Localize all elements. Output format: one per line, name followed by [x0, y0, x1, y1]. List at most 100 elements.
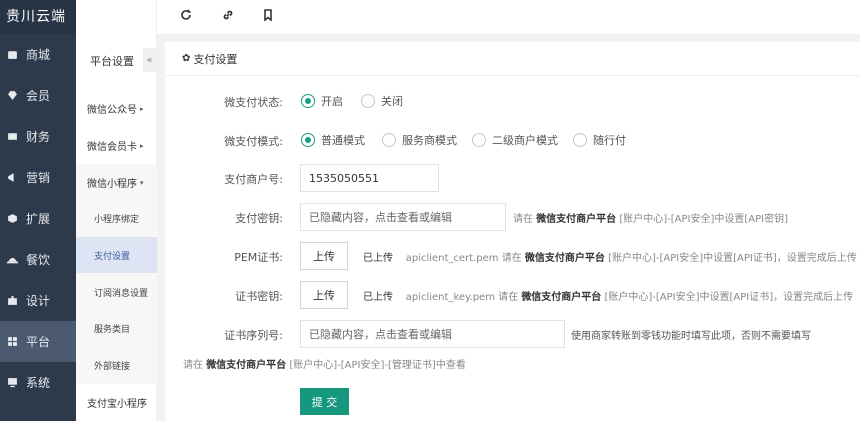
cert-serial-input[interactable]: 已隐藏内容，点击查看或编辑: [300, 320, 565, 348]
sidebar-item-system[interactable]: 系统: [0, 362, 76, 403]
sidebar-item-label: 系统: [26, 376, 51, 390]
diamond-icon: [4, 88, 20, 104]
subnav-group-label: 微信小程序: [87, 179, 137, 190]
radio-circle: [472, 133, 486, 147]
card-title: 支付设置: [193, 52, 238, 66]
submit-button[interactable]: 提 交: [300, 388, 349, 415]
secret-key-hint: 请在 微信支付商户平台 [账户中心]-[API安全]中设置[API密钥]: [513, 210, 788, 225]
hint-suffix: [账户中心]-[API安全]中设置[API证书]，设置完成后上传: [608, 253, 857, 264]
radio-circle: [301, 94, 315, 108]
sidebar-item-label: 商城: [26, 48, 51, 62]
subnav-group-wechat-official[interactable]: 微信公众号 ▸: [76, 90, 157, 127]
status-label: 微支付状态:: [224, 96, 283, 109]
merchant-id-input[interactable]: 1535050551: [300, 164, 439, 192]
hint-platform: 微信支付商户平台: [521, 292, 602, 303]
hint-prefix: 请在: [498, 292, 519, 303]
sidebar-item-label: 营销: [26, 171, 51, 185]
subnav-group-label: 微信会员卡: [87, 142, 137, 153]
radio-label: 随行付: [593, 134, 626, 147]
mode-label: 微支付模式:: [224, 135, 283, 148]
store-icon: [4, 47, 20, 63]
uploaded-filename: apiclient_cert.pem: [405, 253, 499, 264]
subnav-group-alipay-miniapp[interactable]: 支付宝小程序: [76, 384, 157, 421]
status-radio-on[interactable]: 开启: [301, 93, 343, 109]
caret-down-icon: ▾: [140, 178, 144, 187]
uploaded-filename: apiclient_key.pem: [405, 292, 495, 303]
radio-circle: [361, 94, 375, 108]
radio-label: 服务商模式: [402, 134, 457, 147]
caret-right-icon: ▸: [140, 104, 144, 113]
subnav-group-label: 微信公众号: [87, 105, 137, 116]
radio-circle: [573, 133, 587, 147]
radio-label: 关闭: [381, 95, 403, 108]
app: 贵川云端 商城 会员 财务 营销 扩展 餐饮 设计 平台 系统 平台设置 « 微…: [0, 0, 860, 421]
collapse-button[interactable]: «: [143, 48, 156, 72]
hint-suffix: [账户中心]-[API安全]-[管理证书]中查看: [289, 360, 466, 371]
key-upload-button[interactable]: 上传: [300, 281, 348, 309]
subnav-group-wechat-miniapp[interactable]: 微信小程序 ▾: [76, 164, 157, 201]
sidebar-item-member[interactable]: 会员: [0, 75, 76, 116]
monitor-icon: [4, 375, 20, 391]
sidebar-item-store[interactable]: 商城: [0, 34, 76, 75]
sidebar-item-label: 财务: [26, 130, 51, 144]
secret-key-input[interactable]: 已隐藏内容，点击查看或编辑: [300, 203, 506, 231]
cert-serial-hint-2: 请在 微信支付商户平台 [账户中心]-[API安全]-[管理证书]中查看: [183, 356, 466, 371]
mode-radio-normal[interactable]: 普通模式: [301, 132, 365, 148]
cert-serial-label: 证书序列号:: [224, 329, 283, 342]
radio-label: 普通模式: [321, 134, 365, 147]
sidebar-item-design[interactable]: 设计: [0, 280, 76, 321]
cert-serial-hint: 使用商家转账到零钱功能时填写此项，否则不需要填写: [571, 331, 811, 342]
hint-platform: 微信支付商户平台: [524, 253, 605, 264]
merchant-id-label: 支付商户号:: [224, 173, 283, 186]
hint-suffix: [账户中心]-[API安全]中设置[API证书]，设置完成后上传: [604, 292, 854, 303]
subnav-group-wechat-card[interactable]: 微信会员卡 ▸: [76, 127, 157, 164]
mode-radio-suixingfu[interactable]: 随行付: [573, 132, 626, 148]
hint-prefix: 请在: [501, 253, 522, 264]
bookmark-icon[interactable]: [259, 6, 277, 24]
sidebar-item-label: 餐饮: [26, 253, 51, 267]
finance-icon: [4, 129, 20, 145]
uploaded-status: 已上传: [363, 292, 393, 303]
radio-label: 开启: [321, 95, 343, 108]
hint-prefix: 请在: [183, 360, 203, 371]
sidebar-item-label: 会员: [26, 89, 51, 103]
refresh-icon[interactable]: [177, 6, 195, 24]
link-icon[interactable]: [219, 6, 237, 24]
sidebar-item-marketing[interactable]: 营销: [0, 157, 76, 198]
sidebar-item-finance[interactable]: 财务: [0, 116, 76, 157]
hint-platform: 微信支付商户平台: [206, 360, 287, 371]
dish-icon: [4, 252, 20, 268]
megaphone-icon: [4, 170, 20, 186]
sidebar-item-extend[interactable]: 扩展: [0, 198, 76, 239]
hint-prefix: 请在: [513, 214, 533, 225]
mode-radio-service-provider[interactable]: 服务商模式: [382, 132, 457, 148]
gear-icon: ✿: [182, 53, 191, 64]
sidebar-item-catering[interactable]: 餐饮: [0, 239, 76, 280]
radio-label: 二级商户模式: [492, 134, 558, 147]
caret-right-icon: ▸: [140, 141, 144, 150]
subnav-item-service-category[interactable]: 服务类目: [76, 310, 157, 346]
mode-radio-sub-merchant[interactable]: 二级商户模式: [472, 132, 558, 148]
sidebar-item-label: 设计: [26, 294, 51, 308]
puzzle-icon: [4, 293, 20, 309]
hint-suffix: [账户中心]-[API安全]中设置[API密钥]: [619, 214, 789, 225]
sidebar-item-label: 平台: [26, 335, 51, 349]
sidebar-item-platform[interactable]: 平台: [0, 321, 76, 362]
pem-cert-hint: 已上传 apiclient_cert.pem 请在 微信支付商户平台 [账户中心…: [363, 249, 857, 264]
secret-key-label: 支付密钥:: [235, 212, 283, 225]
subnav-item-subscribe-message[interactable]: 订阅消息设置: [76, 274, 157, 310]
pem-upload-button[interactable]: 上传: [300, 242, 348, 270]
pem-cert-label: PEM证书:: [234, 251, 283, 264]
subnav-item-payment-settings[interactable]: 支付设置: [76, 237, 157, 273]
sidebar-item-label: 扩展: [26, 212, 51, 226]
status-radio-off[interactable]: 关闭: [361, 93, 403, 109]
subnav-item-miniapp-binding[interactable]: 小程序绑定: [76, 200, 157, 236]
cube-icon: [4, 211, 20, 227]
radio-circle: [301, 133, 315, 147]
subnav-group-label: 支付宝小程序: [87, 399, 147, 410]
radio-circle: [382, 133, 396, 147]
grid-icon: [4, 334, 20, 350]
card-header: ✿ 支付设置: [165, 42, 860, 76]
brand-logo: 贵川云端: [0, 0, 76, 34]
subnav-item-external-link[interactable]: 外部链接: [76, 347, 157, 383]
